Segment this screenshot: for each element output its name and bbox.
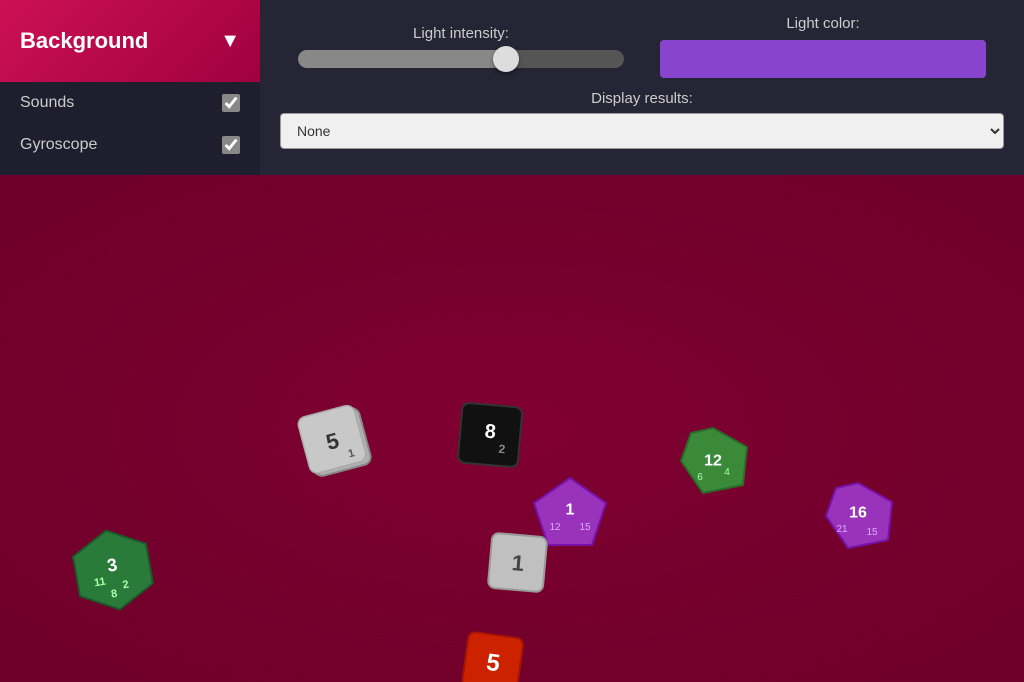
svg-text:21: 21 <box>836 524 848 535</box>
left-panel: Background ▼ Sounds Gyroscope <box>0 0 260 175</box>
die-purple-d20-2[interactable]: 16 21 15 <box>820 480 895 555</box>
top-controls: Light intensity: Light color: <box>280 15 1004 78</box>
die-green-d10[interactable]: 3 11 2 8 <box>61 518 165 622</box>
sounds-row: Sounds <box>0 82 260 124</box>
svg-text:16: 16 <box>849 505 867 522</box>
display-results-select[interactable]: None Sum Individual <box>280 113 1004 149</box>
svg-text:15: 15 <box>866 527 878 538</box>
chevron-down-icon: ▼ <box>220 30 240 53</box>
die-gray-d6-2[interactable]: 1 <box>482 527 552 597</box>
light-intensity-label: Light intensity: <box>413 25 509 42</box>
die-green-d20[interactable]: 12 6 4 <box>675 425 750 500</box>
die-gray-d6[interactable]: 5 1 <box>292 397 384 489</box>
svg-text:1: 1 <box>566 502 575 519</box>
gyroscope-label: Gyroscope <box>20 136 97 154</box>
gyroscope-row: Gyroscope <box>0 124 260 166</box>
svg-text:12: 12 <box>704 453 722 470</box>
svg-text:15: 15 <box>579 522 591 533</box>
light-color-group: Light color: <box>642 15 1004 78</box>
svg-text:6: 6 <box>697 472 703 483</box>
light-intensity-slider[interactable] <box>298 50 624 68</box>
sounds-label: Sounds <box>20 94 74 112</box>
gyroscope-checkbox[interactable] <box>222 136 240 154</box>
background-button[interactable]: Background ▼ <box>0 0 260 82</box>
svg-text:1: 1 <box>511 550 525 576</box>
svg-text:8: 8 <box>484 421 497 444</box>
light-color-display[interactable] <box>660 40 986 78</box>
background-label: Background <box>20 28 148 54</box>
light-color-label: Light color: <box>786 15 859 32</box>
display-results-label: Display results: <box>280 90 1004 107</box>
die-black-d6[interactable]: 8 2 <box>452 397 528 475</box>
svg-text:4: 4 <box>724 467 730 478</box>
control-bar: Background ▼ Sounds Gyroscope Light inte… <box>0 0 1024 175</box>
svg-text:11: 11 <box>93 576 107 590</box>
display-results-section: Display results: None Sum Individual <box>280 90 1004 149</box>
light-intensity-group: Light intensity: <box>280 25 642 68</box>
svg-text:12: 12 <box>549 522 561 533</box>
right-panel: Light intensity: Light color: Display re… <box>260 0 1024 175</box>
sounds-checkbox[interactable] <box>222 94 240 112</box>
die-red-d6[interactable]: 5 <box>456 626 530 682</box>
dice-scene: 5 1 8 2 3 11 2 8 1 12 15 1 12 6 4 16 21 … <box>0 175 1024 682</box>
